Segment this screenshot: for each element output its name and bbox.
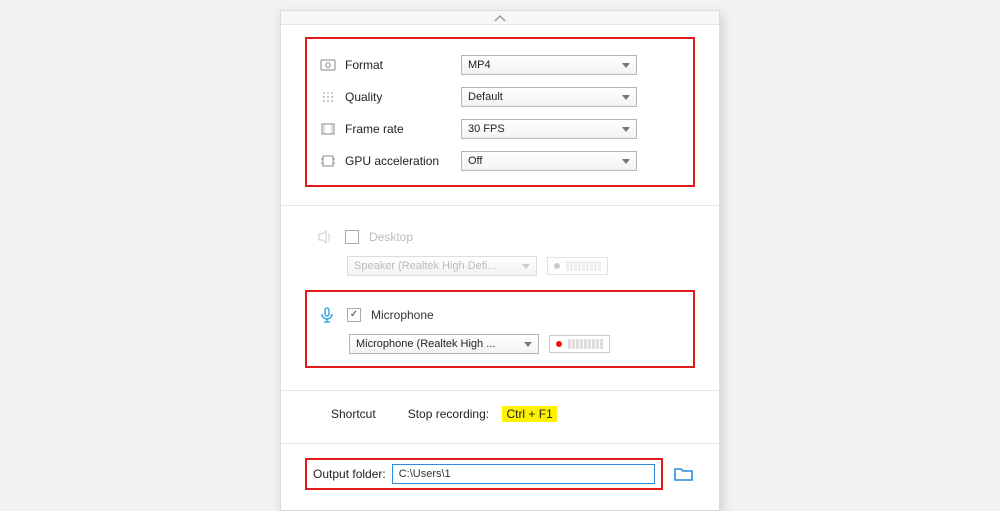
chevron-down-icon [622, 127, 630, 132]
chevron-down-icon [622, 159, 630, 164]
output-folder-dropdown[interactable]: C:\Users\1 [392, 464, 655, 484]
format-icon [317, 57, 339, 73]
microphone-device-dropdown[interactable]: Microphone (Realtek High ... [349, 334, 539, 354]
video-settings-section: Format MP4 Quality Default [281, 25, 719, 206]
chevron-down-icon [622, 63, 630, 68]
chevron-down-icon [522, 264, 530, 269]
chevron-down-icon [524, 342, 532, 347]
record-dot-icon [556, 341, 562, 347]
audio-section: Desktop Speaker (Realtek High Defi... [281, 206, 719, 391]
output-highlight: Output folder: C:\Users\1 [305, 458, 663, 490]
chevron-down-icon [622, 95, 630, 100]
format-label: Format [339, 58, 461, 72]
gpu-label: GPU acceleration [339, 154, 461, 168]
quality-icon [317, 89, 339, 105]
shortcut-section: Shortcut Stop recording: Ctrl + F1 [281, 391, 719, 444]
microphone-level-meter [549, 335, 610, 353]
microphone-highlight: Microphone Microphone (Realtek High ... [305, 290, 695, 368]
shortcut-label: Shortcut [331, 407, 376, 421]
microphone-icon [317, 305, 337, 325]
level-bars-icon [566, 261, 601, 271]
framerate-icon [317, 121, 339, 137]
collapse-toggle[interactable] [281, 11, 719, 25]
desktop-label: Desktop [369, 230, 413, 244]
framerate-row: Frame rate 30 FPS [317, 113, 679, 145]
quality-dropdown[interactable]: Default [461, 87, 637, 107]
shortcut-action-label: Stop recording: [408, 407, 489, 421]
browse-folder-button[interactable] [673, 465, 695, 483]
framerate-dropdown[interactable]: 30 FPS [461, 119, 637, 139]
desktop-device-dropdown: Speaker (Realtek High Defi... [347, 256, 537, 276]
chevron-up-icon [494, 14, 506, 22]
record-dot-icon [554, 263, 560, 269]
quality-row: Quality Default [317, 81, 679, 113]
settings-panel: Format MP4 Quality Default [280, 10, 720, 511]
output-folder-label: Output folder: [313, 467, 386, 481]
desktop-level-meter [547, 257, 608, 275]
format-row: Format MP4 [317, 49, 679, 81]
microphone-label: Microphone [371, 308, 434, 322]
gpu-row: GPU acceleration Off [317, 145, 679, 177]
folder-open-icon [673, 465, 695, 483]
speaker-icon [315, 227, 335, 247]
video-settings-highlight: Format MP4 Quality Default [305, 37, 695, 187]
desktop-checkbox[interactable] [345, 230, 359, 244]
output-section: Output folder: C:\Users\1 [281, 444, 719, 510]
microphone-checkbox[interactable] [347, 308, 361, 322]
gpu-dropdown[interactable]: Off [461, 151, 637, 171]
format-dropdown[interactable]: MP4 [461, 55, 637, 75]
quality-label: Quality [339, 90, 461, 104]
level-bars-icon [568, 339, 603, 349]
desktop-audio-block: Desktop Speaker (Realtek High Defi... [305, 224, 695, 290]
gpu-icon [317, 153, 339, 169]
shortcut-hotkey: Ctrl + F1 [502, 406, 556, 422]
framerate-label: Frame rate [339, 122, 461, 136]
